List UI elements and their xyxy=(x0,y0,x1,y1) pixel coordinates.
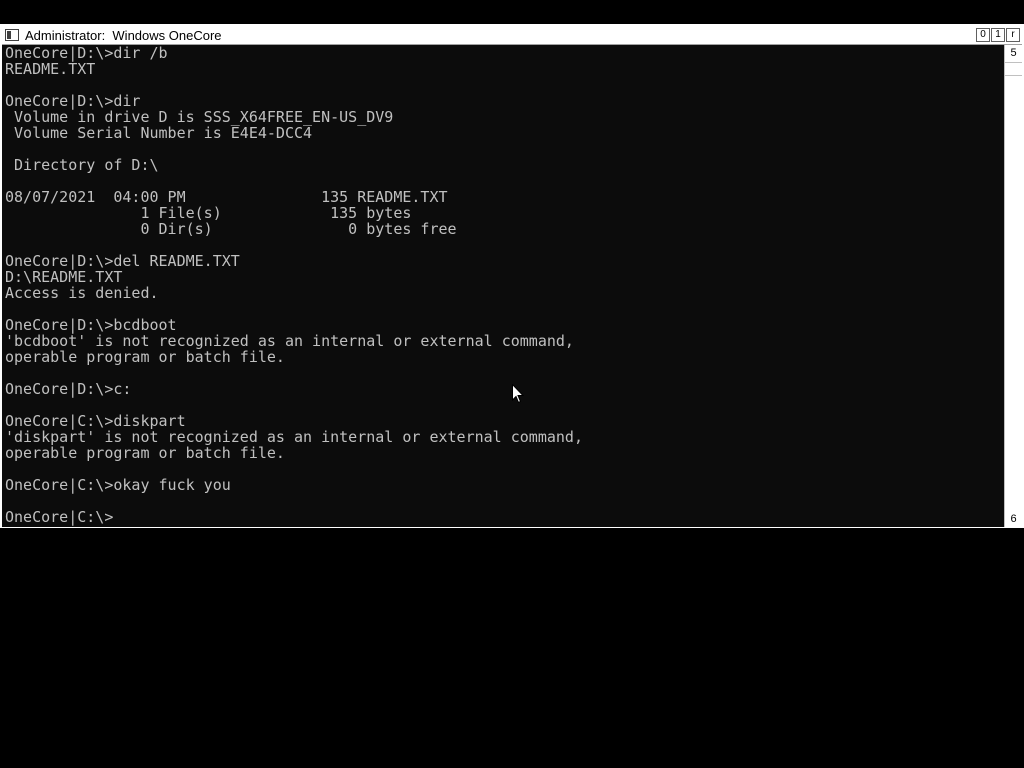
console-line: 'bcdboot' is not recognized as an intern… xyxy=(5,332,574,350)
window-controls: 0 1 r xyxy=(976,28,1020,42)
maximize-button[interactable]: 1 xyxy=(991,28,1005,42)
title-bar[interactable]: Administrator: Windows OneCore 0 1 r xyxy=(2,26,1022,45)
console-line: 'diskpart' is not recognized as an inter… xyxy=(5,428,583,446)
console-line: OneCore|D:\>dir /b xyxy=(5,45,168,62)
console-line: OneCore|D:\>del README.TXT xyxy=(5,252,240,270)
console-line: OneCore|C:\> xyxy=(5,508,114,526)
console-output[interactable]: OneCore|D:\>dir /b README.TXT OneCore|D:\>… xyxy=(2,45,1004,527)
console-line: operable program or batch file. xyxy=(5,348,285,366)
console-line: OneCore|C:\>okay fuck you xyxy=(5,476,231,494)
console-line: 0 Dir(s) 0 bytes free xyxy=(5,220,457,238)
console-line: operable program or batch file. xyxy=(5,444,285,462)
console-line: Directory of D:\ xyxy=(5,156,159,174)
console-text: OneCore|D:\>dir /b README.TXT OneCore|D:\>… xyxy=(2,45,1004,525)
console-line: OneCore|C:\>diskpart xyxy=(5,412,186,430)
console-line: Volume in drive D is SSS_X64FREE_EN-US_D… xyxy=(5,108,394,126)
console-line: OneCore|D:\>dir xyxy=(5,92,141,110)
window-title: Administrator: Windows OneCore xyxy=(25,28,222,43)
console-line: Access is denied. xyxy=(5,284,159,302)
console-line: OneCore|D:\>bcdboot xyxy=(5,316,177,334)
console-line: README.TXT xyxy=(5,60,96,78)
desktop: Administrator: Windows OneCore 0 1 r One… xyxy=(0,0,1024,768)
console-line: 08/07/2021 04:00 PM 135 README.TXT xyxy=(5,188,448,206)
minimize-button[interactable]: 0 xyxy=(976,28,990,42)
console-window: Administrator: Windows OneCore 0 1 r One… xyxy=(0,24,1024,528)
scroll-thumb[interactable] xyxy=(1005,62,1022,76)
close-button[interactable]: r xyxy=(1006,28,1020,42)
console-line: Volume Serial Number is E4E4-DCC4 xyxy=(5,124,313,142)
console-line: 1 File(s) 135 bytes xyxy=(5,204,412,222)
console-line: D:\README.TXT xyxy=(5,268,123,286)
console-app-icon[interactable] xyxy=(5,29,19,41)
console-line: OneCore|D:\>c: xyxy=(5,380,132,398)
scroll-up-button[interactable]: 5 xyxy=(1005,45,1022,61)
vertical-scrollbar[interactable]: 5 6 xyxy=(1004,45,1022,527)
mouse-pointer-icon xyxy=(512,384,524,404)
scroll-down-button[interactable]: 6 xyxy=(1005,511,1022,527)
